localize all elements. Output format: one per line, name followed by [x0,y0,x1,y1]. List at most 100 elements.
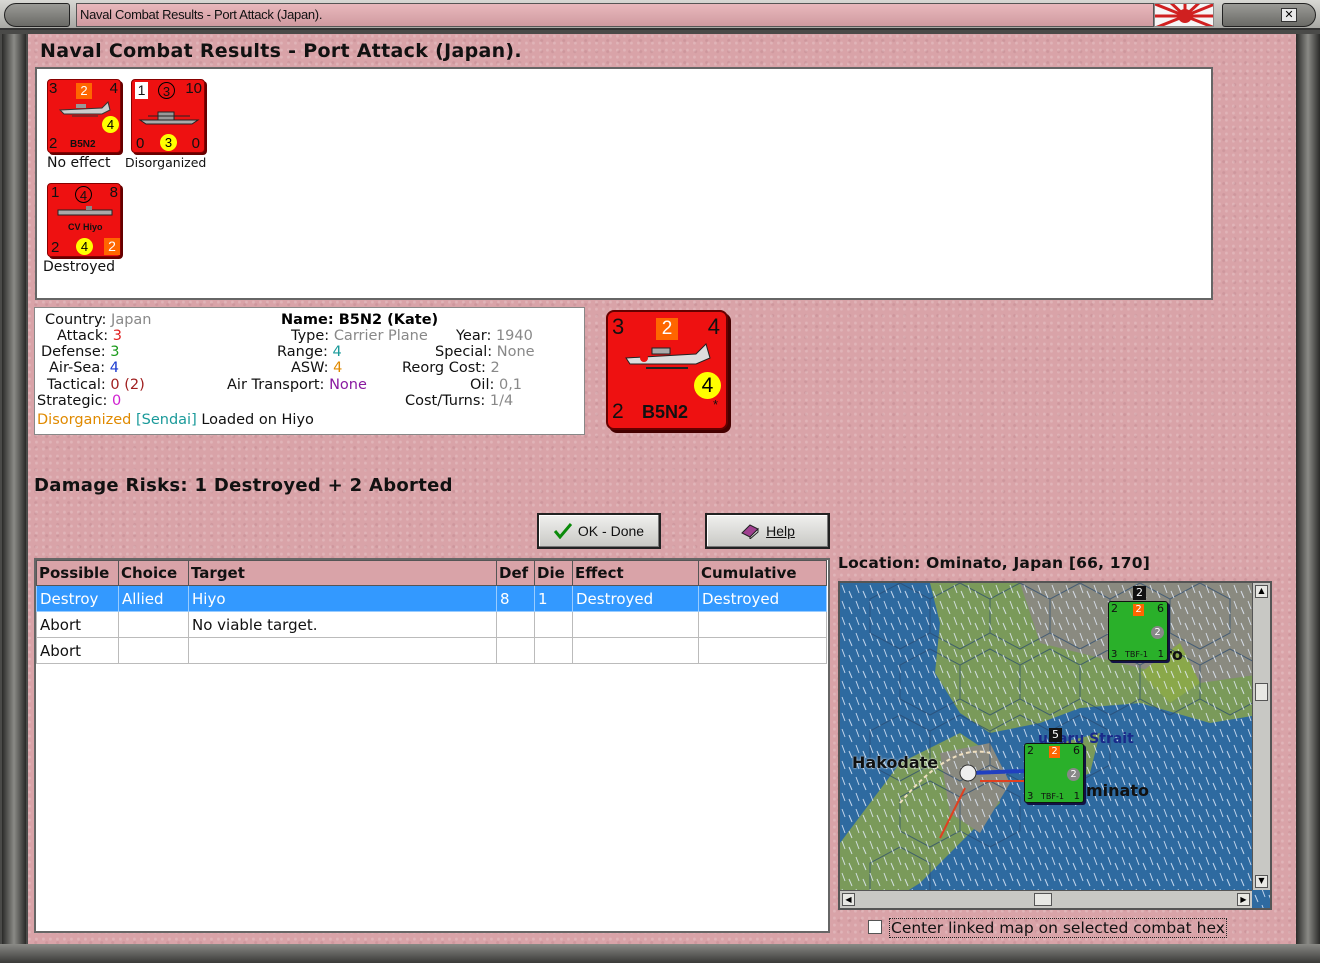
plane-icon [625,343,711,369]
book-icon [741,524,759,539]
counter-value: 4 [76,238,93,255]
counter-value: 2 [656,318,678,340]
counter-value: 4 [109,80,118,97]
counter-value: 1 [1073,791,1080,802]
info-value: None [329,377,367,393]
status-disorganized: Disorganized [37,412,132,428]
page-title: Naval Combat Results - Port Attack (Japa… [40,40,522,62]
counter-name: TBF-1 [1125,650,1148,659]
close-icon[interactable]: ✕ [1281,8,1297,22]
counter-value: 4 [707,314,720,339]
info-key: Reorg Cost: [402,360,486,376]
counter-value: 3 [1027,791,1034,802]
table-row[interactable]: Destroy Allied Hiyo 8 1 Destroyed Destro… [36,585,827,612]
table-cell [118,611,189,638]
scroll-left-icon[interactable]: ◀ [842,893,855,906]
unit-info-panel: Country: Japan Attack: 3 Defense: 3 Air-… [34,307,585,435]
table-cell: No viable target. [188,611,497,638]
scroll-right-icon[interactable]: ▶ [1237,893,1250,906]
table-cell: Abort [36,637,119,664]
counter-value: 2 [1133,604,1144,616]
bottom-border [0,944,1320,963]
scroll-thumb[interactable] [1255,683,1268,701]
ok-done-label: OK - Done [577,523,645,539]
counter-value: 4 [102,116,119,133]
counter-name: B5N2 [642,402,689,422]
counter-value: 2 [1027,744,1034,757]
col-header-target[interactable]: Target [188,560,497,586]
table-row[interactable]: Abort No viable target. [36,611,827,638]
map-vertical-scrollbar[interactable]: ▲ ▼ [1252,583,1270,890]
ok-done-button[interactable]: OK - Done [537,513,661,549]
japan-flag-icon [1154,3,1214,27]
col-header-possible[interactable]: Possible [36,560,119,586]
col-header-die[interactable]: Die [534,560,573,586]
unit-name: Name: B5N2 (Kate) [281,312,439,328]
scroll-down-icon[interactable]: ▼ [1255,875,1268,888]
counter-value: 1 [1157,649,1164,660]
selected-unit-counter: 3 2 4 4 2 B5N2 * [606,310,728,430]
info-value: 0,1 [498,377,523,393]
map-label-hakodate: Hakodate [852,753,939,772]
map-unit-counter-tbf[interactable]: 2 2 2 6 2 3 TBF-1 1 [1108,586,1168,661]
table-cell: Allied [118,585,189,612]
counter-value: 2 [49,135,58,152]
col-header-choice[interactable]: Choice [118,560,189,586]
col-header-effect[interactable]: Effect [572,560,699,586]
linked-map[interactable]: Hakodate ugaru Strait minato ro 2 2 2 6 … [838,581,1272,910]
title-bar: Naval Combat Results - Port Attack (Japa… [0,0,1320,30]
info-value: 1/4 [489,393,514,409]
units-panel: 3 2 4 4 2 B5N2 No effect 1 3 10 0 3 0 Di… [35,67,1213,300]
counter-value: 3 [1111,649,1118,660]
counter-value: 3 [612,314,625,339]
col-header-def[interactable]: Def [496,560,535,586]
unit-result-label: No effect [47,155,111,171]
info-key: Oil: [470,377,495,393]
counter-value: 1 [51,184,60,201]
info-value: 0 [110,377,120,393]
carrier-icon [57,206,113,216]
table-row[interactable]: Abort [36,637,827,664]
unit-counter-b5n2[interactable]: 3 2 4 4 2 B5N2 [47,79,121,153]
map-horizontal-scrollbar[interactable]: ◀ ▶ [840,890,1252,908]
table-header-row: Possible Choice Target Def Die Effect Cu… [36,560,827,586]
table-cell [534,611,573,638]
counter-value: 4 [694,372,721,399]
counter-value: 2 [1151,626,1164,639]
info-key: Country: [45,312,107,328]
info-key: Range: [277,344,328,360]
right-border [1296,34,1320,944]
table-cell: 1 [534,585,573,612]
scroll-thumb[interactable] [1034,893,1052,906]
counter-value: 0 [136,135,145,152]
help-button[interactable]: Help [705,513,830,549]
unit-counter-cv-hiyo[interactable]: 1 4 8 CV Hiyo 2 4 2 [47,183,121,257]
center-map-checkbox[interactable] [868,920,882,934]
ship-icon [138,111,200,125]
center-map-label[interactable]: Center linked map on selected combat hex [889,918,1227,938]
window-title: Naval Combat Results - Port Attack (Japa… [76,3,1154,27]
counter-value: 2 [104,238,120,255]
counter-value: 3 [49,80,58,97]
table-cell [534,637,573,664]
counter-value: 8 [109,184,118,201]
info-value: (2) [124,377,145,393]
unit-counter-ship[interactable]: 1 3 10 0 3 0 [131,79,205,153]
table-cell [698,611,827,638]
scroll-up-icon[interactable]: ▲ [1255,585,1268,598]
system-menu-button[interactable] [4,3,70,27]
counter-value: 6 [1073,744,1080,757]
info-value: Carrier Plane [333,328,428,344]
col-header-cumulative[interactable]: Cumulative [698,560,827,586]
window-controls: ✕ [1222,3,1316,27]
checkmark-icon [553,523,572,539]
counter-value: 2 [1067,768,1080,781]
counter-value: 2 [612,400,624,423]
left-border [2,34,26,944]
info-value: Japan [111,312,152,328]
info-value: 4 [332,344,342,360]
info-key: Cost/Turns: [405,393,486,409]
info-key: Tactical: [47,377,106,393]
counter-value: 3 [160,134,177,151]
map-unit-counter-tbf[interactable]: 5 2 2 6 2 3 TBF-1 1 [1024,728,1084,803]
